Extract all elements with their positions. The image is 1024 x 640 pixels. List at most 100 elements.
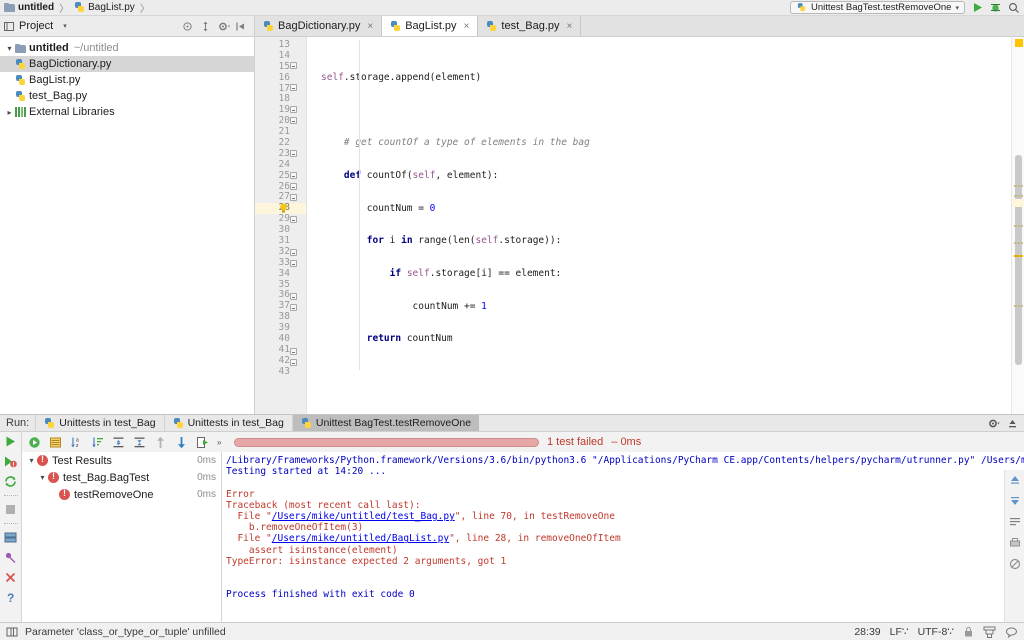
console-text[interactable]: /Library/Frameworks/Python.framework/Ver… [222, 452, 1024, 622]
fold-marker[interactable] [290, 348, 297, 355]
inspection-icon[interactable] [6, 626, 18, 638]
editor-gutter[interactable]: 13 14 15 16 17 18 19 20 21 22 23 24 25 2… [255, 37, 307, 414]
code-editor[interactable]: 13 14 15 16 17 18 19 20 21 22 23 24 25 2… [255, 37, 1024, 414]
change-marker[interactable] [1014, 195, 1023, 197]
show-passed-icon[interactable] [49, 436, 62, 449]
console-output[interactable]: /Library/Frameworks/Python.framework/Ver… [222, 452, 1024, 622]
print-icon[interactable] [1009, 537, 1021, 549]
breadcrumb-project[interactable]: untitled [18, 2, 54, 13]
fold-marker[interactable] [290, 172, 297, 179]
fold-marker[interactable] [290, 293, 297, 300]
test-node-bagtest[interactable]: ▾ test_Bag.BagTest 0ms [22, 469, 221, 486]
file-encoding[interactable]: UTF-8∵ [918, 626, 954, 638]
run-tab-unittests-1[interactable]: Unittests in test_Bag [35, 415, 163, 431]
hide-icon[interactable] [236, 21, 247, 32]
tree-node-bagdictionary[interactable]: BagDictionary.py [0, 56, 254, 72]
sort-alphabetically-icon[interactable]: az [70, 436, 83, 449]
fold-marker[interactable] [290, 62, 297, 69]
run-configuration-selector[interactable]: Unittest BagTest.testRemoveOne ▾ [790, 1, 965, 14]
chevron-down-icon[interactable]: ▾ [63, 22, 67, 30]
collapse-all-icon[interactable] [133, 436, 146, 449]
server-icon[interactable] [4, 531, 17, 544]
stop-icon[interactable] [4, 503, 17, 516]
pin-icon[interactable] [4, 551, 17, 564]
editor-marker-rail[interactable] [1011, 37, 1024, 414]
gear-icon[interactable] [988, 418, 1000, 429]
locate-icon[interactable] [182, 21, 193, 32]
close-icon[interactable]: × [567, 21, 573, 32]
fold-marker[interactable] [290, 194, 297, 201]
change-marker[interactable] [1014, 225, 1023, 227]
export-icon[interactable] [196, 436, 209, 449]
gear-icon[interactable] [218, 21, 230, 32]
tree-node-external-libraries[interactable]: ▸ External Libraries [0, 104, 254, 120]
editor-tab-baglist[interactable]: BagList.py × [382, 16, 479, 36]
intention-bulb-icon[interactable] [279, 203, 288, 214]
fold-marker[interactable] [290, 249, 297, 256]
fold-marker[interactable] [290, 183, 297, 190]
editor-tab-bagdictionary[interactable]: BagDictionary.py × [255, 16, 383, 36]
editor-tab-test-bag[interactable]: test_Bag.py × [478, 16, 582, 36]
line-separator[interactable]: LF∵ [890, 626, 909, 638]
test-results-tree[interactable]: ▾ Test Results 0ms ▾ test_Bag.BagTest 0m… [22, 452, 222, 622]
close-icon[interactable]: × [464, 21, 470, 32]
run-button[interactable] [972, 2, 983, 13]
twisty-icon[interactable]: ▾ [37, 473, 48, 482]
previous-failed-icon[interactable] [154, 436, 167, 449]
scroll-up-icon[interactable] [1009, 474, 1021, 486]
caret-position[interactable]: 28:39 [854, 626, 880, 638]
twisty-icon[interactable]: ▾ [4, 44, 15, 53]
run-tab-unittest-bagtest[interactable]: Unittest BagTest.testRemoveOne [291, 415, 480, 431]
scroll-down-icon[interactable] [1009, 495, 1021, 507]
twisty-icon[interactable]: ▾ [26, 456, 37, 465]
project-panel-header[interactable]: Project ▾ [0, 16, 255, 36]
code-content[interactable]: self.storage.append(element) # get count… [307, 37, 1011, 414]
close-icon[interactable] [4, 571, 17, 584]
console-side-toolbar[interactable] [1004, 470, 1024, 622]
close-icon[interactable]: × [367, 21, 373, 32]
lock-icon[interactable] [963, 626, 974, 638]
run-tab-unittests-2[interactable]: Unittests in test_Bag [163, 415, 292, 431]
twisty-icon[interactable]: ▸ [4, 108, 15, 117]
inspection-status-icon[interactable] [1015, 39, 1023, 47]
sort-by-duration-icon[interactable] [91, 436, 104, 449]
event-log-icon[interactable] [1005, 626, 1018, 638]
fold-marker[interactable] [290, 304, 297, 311]
rerun-icon[interactable] [4, 435, 17, 448]
fold-marker[interactable] [290, 150, 297, 157]
rerun-failed-icon[interactable] [4, 455, 17, 468]
breadcrumb-file[interactable]: BagList.py [88, 2, 135, 13]
toggle-auto-test-icon[interactable] [4, 475, 17, 488]
tree-node-baglist[interactable]: BagList.py [0, 72, 254, 88]
expand-collapse-icon[interactable] [200, 21, 211, 32]
change-marker[interactable] [1014, 185, 1023, 187]
fold-marker[interactable] [290, 84, 297, 91]
run-side-toolbar[interactable]: ? [0, 432, 22, 622]
expand-all-icon[interactable] [112, 436, 125, 449]
warning-marker[interactable] [1014, 255, 1023, 257]
soft-wrap-icon[interactable] [1009, 516, 1021, 528]
project-tree[interactable]: ▾ untitled ~/untitled BagDictionary.py B… [0, 37, 255, 414]
help-icon[interactable]: ? [4, 591, 17, 604]
clear-all-icon[interactable] [1009, 558, 1021, 570]
fold-marker[interactable] [290, 117, 297, 124]
console-file-link-baglist[interactable]: /Users/mike/untitled/BagList.py [272, 533, 449, 544]
next-failed-icon[interactable] [175, 436, 188, 449]
fold-marker[interactable] [290, 106, 297, 113]
change-marker[interactable] [1014, 242, 1023, 244]
run-icon[interactable] [28, 436, 41, 449]
console-file-link-test-bag[interactable]: /Users/mike/untitled/test_Bag.py [272, 511, 455, 522]
debug-button[interactable] [990, 2, 1001, 13]
change-marker[interactable] [1014, 305, 1023, 307]
more-icon[interactable]: » [217, 436, 226, 449]
tree-node-test-bag[interactable]: test_Bag.py [0, 88, 254, 104]
fold-marker[interactable] [290, 260, 297, 267]
vcs-icon[interactable] [983, 626, 996, 638]
test-node-testremoveone[interactable]: testRemoveOne 0ms [22, 486, 221, 503]
fold-marker[interactable] [290, 216, 297, 223]
tree-node-untitled[interactable]: ▾ untitled ~/untitled [0, 40, 254, 56]
fold-marker[interactable] [290, 359, 297, 366]
search-icon[interactable] [1008, 2, 1020, 14]
hide-icon[interactable] [1007, 418, 1018, 429]
test-node-test-results[interactable]: ▾ Test Results 0ms [22, 452, 221, 469]
